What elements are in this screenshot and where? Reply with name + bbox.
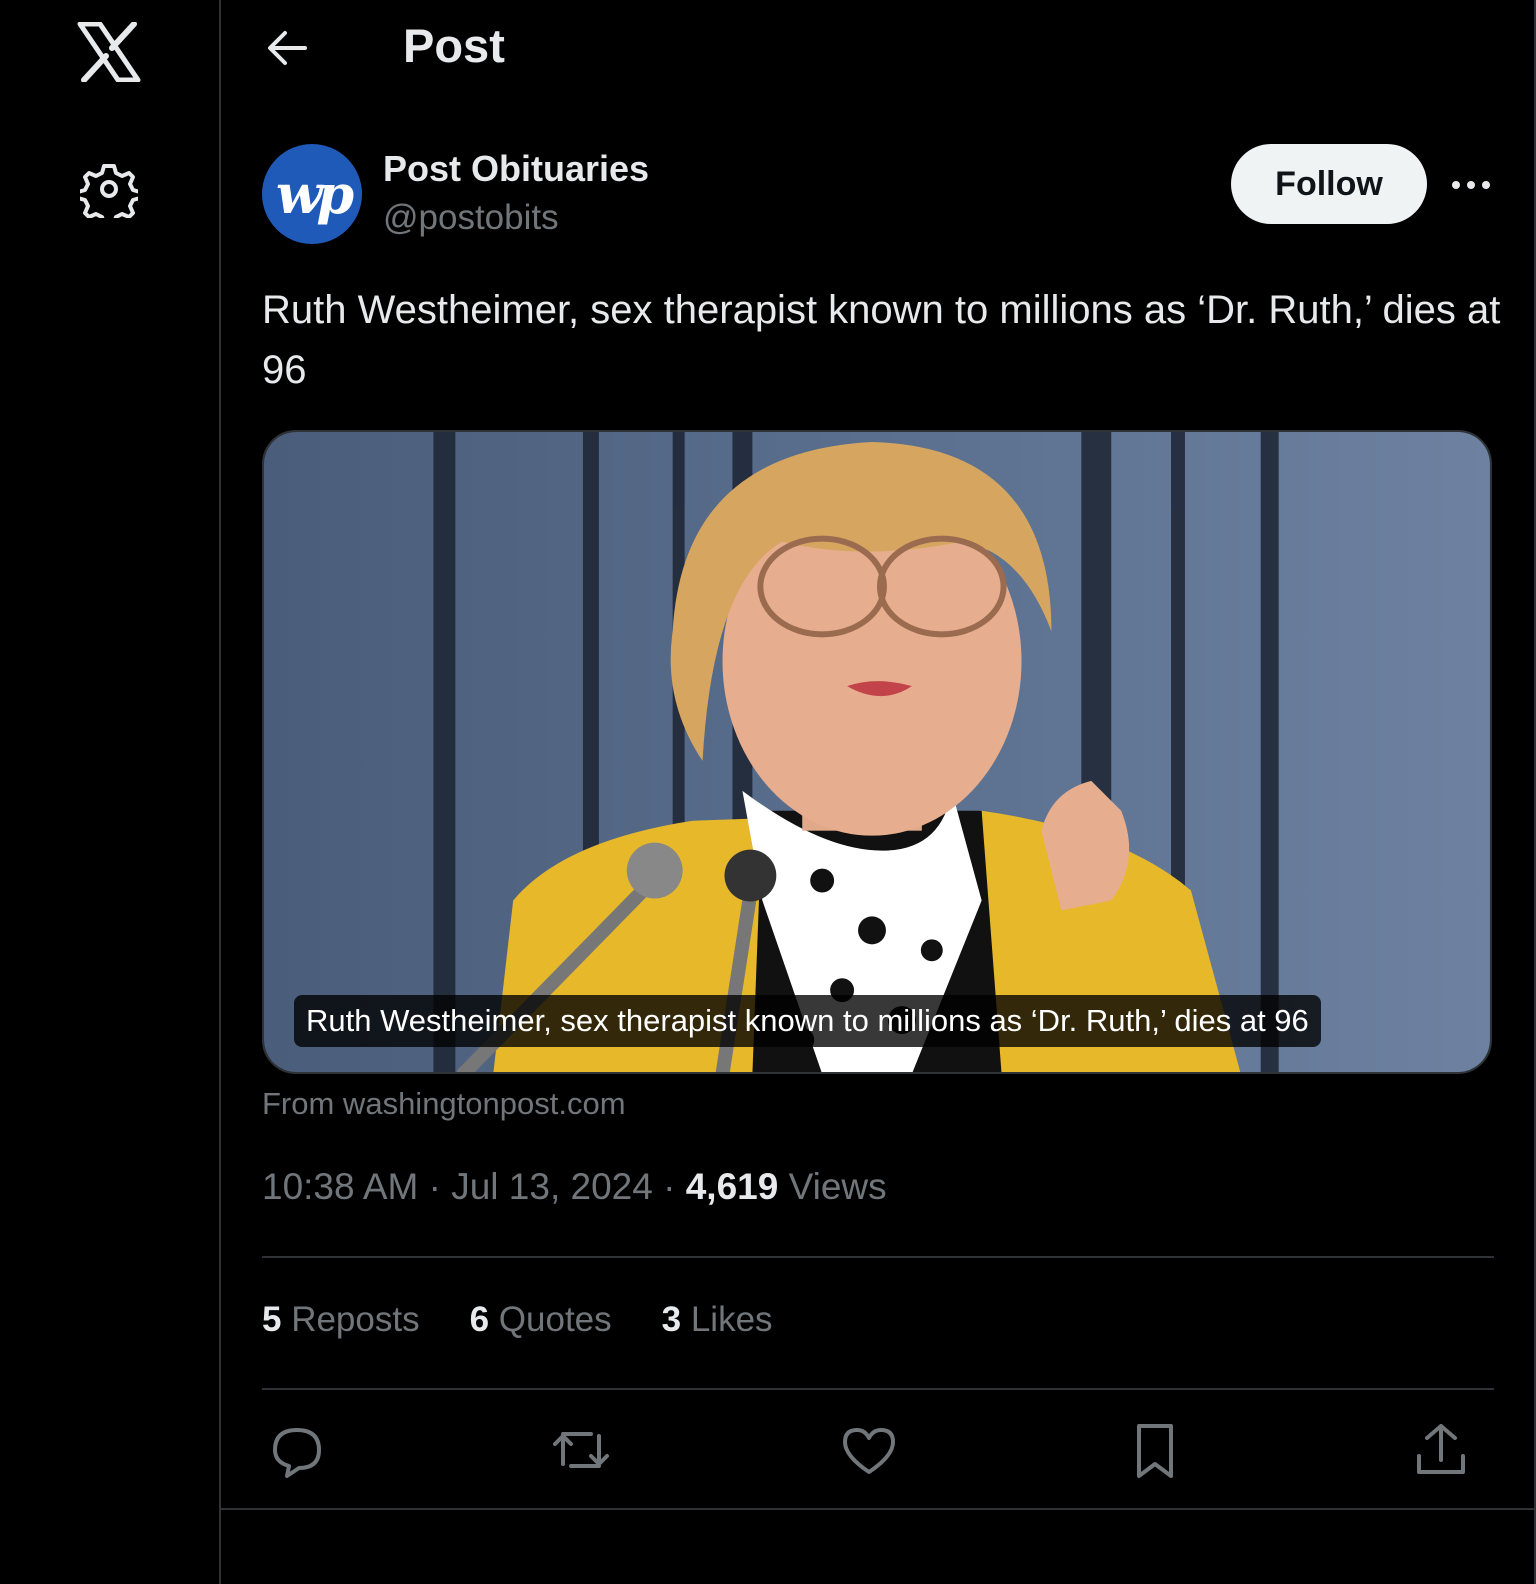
reply-icon[interactable] (267, 1420, 327, 1480)
likes-label: Likes (681, 1300, 773, 1339)
author-handle[interactable]: @postobits (383, 198, 559, 238)
avatar[interactable]: wp (262, 144, 362, 244)
bookmark-icon[interactable] (1125, 1420, 1185, 1480)
share-icon[interactable] (1411, 1420, 1471, 1480)
more-icon[interactable] (1449, 168, 1493, 202)
engagement-stats: 5 Reposts 6 Quotes 3 Likes (262, 1300, 773, 1340)
page-header: Post (221, 0, 1536, 100)
sidebar (0, 0, 221, 1584)
post-date[interactable]: Jul 13, 2024 (451, 1166, 653, 1207)
reposts-label: Reposts (281, 1300, 420, 1339)
views-label: Views (778, 1166, 887, 1207)
follow-button[interactable]: Follow (1231, 144, 1427, 224)
card-caption: Ruth Westheimer, sex therapist known to … (294, 995, 1321, 1047)
page-title: Post (403, 19, 505, 72)
like-icon[interactable] (839, 1420, 899, 1480)
avatar-logo-text: wp (275, 162, 354, 226)
views-count: 4,619 (685, 1166, 779, 1207)
quotes-stat[interactable]: 6 Quotes (470, 1300, 612, 1340)
quotes-label: Quotes (489, 1300, 612, 1339)
post-time[interactable]: 10:38 AM (262, 1166, 418, 1207)
divider (262, 1256, 1494, 1258)
card-photo (264, 432, 1490, 1072)
main-column: Post wp Post Obituaries @postobits Follo… (221, 0, 1536, 1584)
repost-icon[interactable] (551, 1420, 611, 1480)
divider (262, 1388, 1494, 1390)
meta-separator: · (652, 1166, 686, 1207)
quotes-count: 6 (469, 1300, 490, 1339)
likes-count: 3 (661, 1300, 682, 1339)
link-card[interactable]: Ruth Westheimer, sex therapist known to … (262, 430, 1492, 1074)
x-logo-icon[interactable] (76, 22, 142, 82)
back-arrow-icon[interactable] (265, 28, 309, 68)
post-text: Ruth Westheimer, sex therapist known to … (262, 288, 1501, 392)
author-name[interactable]: Post Obituaries (383, 148, 649, 190)
meta-separator: · (418, 1166, 452, 1207)
gear-icon[interactable] (80, 160, 138, 218)
divider (221, 1508, 1536, 1510)
reposts-count: 5 (262, 1300, 282, 1339)
card-source[interactable]: From washingtonpost.com (262, 1086, 626, 1122)
likes-stat[interactable]: 3 Likes (662, 1300, 773, 1340)
reposts-stat[interactable]: 5 Reposts (262, 1300, 420, 1340)
post-metadata: 10:38 AM · Jul 13, 2024 · 4,619 Views (262, 1166, 887, 1208)
